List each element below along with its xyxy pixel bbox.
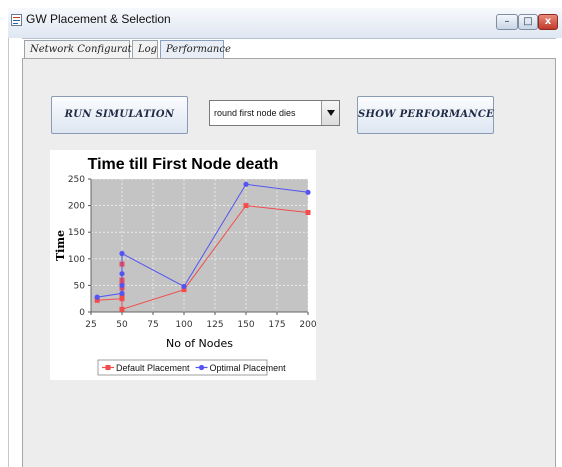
dropdown-arrow-button[interactable] <box>321 101 339 125</box>
data-point <box>305 210 311 216</box>
maximize-button[interactable]: □ <box>518 14 538 30</box>
y-axis-label: Time <box>54 230 67 261</box>
panel-border-left <box>8 38 22 467</box>
data-point <box>119 282 125 288</box>
x-tick-label: 100 <box>175 320 192 330</box>
legend-swatch-marker <box>198 364 205 371</box>
run-simulation-button[interactable]: RUN SIMULATION <box>51 96 188 134</box>
x-tick-label: 125 <box>206 320 223 330</box>
x-axis-label: No of Nodes <box>166 337 233 350</box>
chart-svg: Time till First Node death 25 50 75 100 125 1… <box>54 156 316 376</box>
window-title: GW Placement & Selection <box>26 12 171 26</box>
data-point <box>181 283 187 290</box>
show-performance-button[interactable]: SHOW PERFORMANCE <box>357 96 494 134</box>
legend-label: Default Placement <box>116 363 190 373</box>
data-point <box>305 189 311 195</box>
x-tick-label: 25 <box>85 320 96 330</box>
data-point <box>94 294 100 300</box>
maximize-icon: □ <box>523 16 533 27</box>
data-point <box>243 181 249 187</box>
data-point <box>119 290 125 296</box>
chart-legend: Default Placement Optimal Placement <box>97 359 287 376</box>
legend-swatch-marker <box>105 365 111 370</box>
y-tick-label: 50 <box>74 281 86 291</box>
tab-performance[interactable]: Performance <box>160 40 231 58</box>
data-point <box>243 203 249 209</box>
y-tick-label: 250 <box>68 175 85 185</box>
y-tick-label: 0 <box>79 308 85 318</box>
metric-select-value: round first node dies <box>214 108 296 118</box>
x-tick-label: 200 <box>299 320 316 330</box>
chart-title: Time till First Node death <box>88 156 279 173</box>
data-point <box>119 271 125 277</box>
close-button[interactable]: x <box>538 14 558 30</box>
y-tick-label: 200 <box>68 202 85 212</box>
x-tick-label: 50 <box>116 320 128 330</box>
y-tick-label: 100 <box>68 255 85 265</box>
app-icon <box>11 14 22 26</box>
x-tick-label: 175 <box>268 320 285 330</box>
chevron-down-icon <box>327 110 335 116</box>
performance-chart: Time till First Node death 25 50 75 100 125 1… <box>50 150 316 380</box>
application-window: GW Placement & Selection – □ x Network C… <box>0 0 562 467</box>
minimize-button[interactable]: – <box>496 14 518 30</box>
x-tick-label: 150 <box>237 320 254 330</box>
data-point <box>119 250 125 257</box>
minimize-icon: – <box>504 16 510 27</box>
y-tick-label: 150 <box>68 228 85 238</box>
legend-label: Optimal Placement <box>210 363 287 373</box>
panel-border-right <box>556 38 562 467</box>
tab-log[interactable]: Log <box>132 40 158 58</box>
metric-select[interactable]: round first node dies <box>209 100 340 126</box>
data-point <box>119 306 125 312</box>
close-icon: x <box>544 16 552 27</box>
tab-network-configuration[interactable]: Network Configuration <box>24 40 147 58</box>
x-tick-label: 75 <box>147 320 158 330</box>
